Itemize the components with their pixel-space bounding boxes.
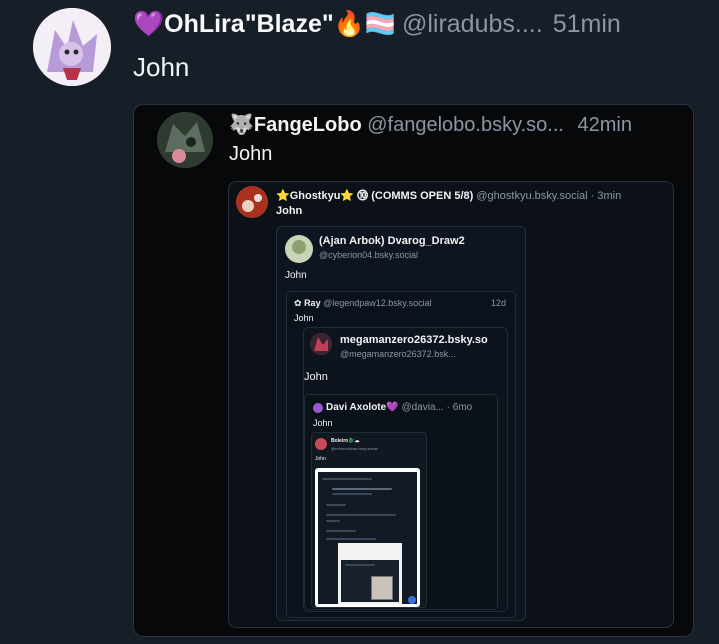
- post-time[interactable]: 51min: [553, 10, 621, 38]
- paw-icon: ✿: [294, 298, 302, 308]
- post-header: 💜OhLira"Blaze"🔥🏳️‍⚧️ @liradubs.... 51min: [133, 10, 621, 39]
- quote-time: 12d: [490, 298, 506, 308]
- quote-avatar: [236, 186, 268, 218]
- quote-author-name: Boleiro🐉☁: [331, 438, 360, 444]
- post-text: John: [133, 52, 190, 82]
- quote-avatar: [157, 112, 213, 168]
- quote-text: John: [313, 418, 333, 428]
- quote-author-handle: @legendpaw12.bsky.social: [323, 298, 432, 308]
- quote-header: ⭐Ghostkyu⭐ ⓾ (COMMS OPEN 5/8) @ghostkyu.…: [276, 187, 621, 203]
- quote-author-handle: @davia...: [401, 402, 444, 413]
- quote-author-handle: @ghostkyu.bsky.social: [476, 190, 588, 202]
- quote-text: John: [304, 371, 328, 383]
- quote-time: · 3min: [590, 190, 622, 202]
- quote-author-name: (Ajan Arbok) Dvarog_Draw2: [319, 235, 465, 247]
- quote-time: 42min: [577, 114, 632, 136]
- quote-author-handle: @cyberion04.bsky.social: [319, 250, 419, 260]
- quote-author-handle: @reformolinae.bsky.social: [331, 446, 378, 451]
- quote-avatar: [310, 333, 332, 355]
- quote-text: John: [285, 270, 307, 281]
- quote-text: John: [315, 456, 326, 462]
- quote-avatar: [315, 438, 327, 450]
- thumbnail-image: [371, 576, 393, 600]
- quote-text: John: [276, 205, 303, 217]
- quote-header: ✿ Ray @legendpaw12.bsky.social 12d: [294, 298, 506, 309]
- quote-author-handle: @megamanzero26372.bsk...: [340, 349, 456, 359]
- quote-time: · 6mo: [446, 402, 473, 413]
- quote-header: 🐺FangeLobo @fangelobo.bsky.so... 42min: [229, 112, 632, 137]
- quote-author-name: ⭐Ghostkyu⭐ ⓾ (COMMS OPEN 5/8): [276, 190, 474, 202]
- author-handle[interactable]: @liradubs....: [402, 10, 543, 38]
- quote-author-name: Ray: [304, 298, 321, 308]
- quote-author-name: Davi Axolote💜: [326, 402, 399, 413]
- quote-header: Davi Axolote💜 @davia... · 6mo: [326, 402, 472, 413]
- quote-author-handle: @fangelobo.bsky.so...: [367, 114, 564, 136]
- quote-avatar: [285, 235, 313, 263]
- author-name[interactable]: 💜OhLira"Blaze"🔥🏳️‍⚧️: [133, 10, 396, 38]
- quote-author-name: megamanzero26372.bsky.so: [340, 334, 488, 346]
- quote-author-name: 🐺FangeLobo: [229, 114, 362, 136]
- avatar[interactable]: [33, 8, 111, 86]
- badge-icon: [408, 596, 416, 604]
- quote-text: John: [229, 143, 273, 165]
- quote-avatar: [313, 403, 323, 413]
- quote-text: John: [294, 313, 314, 323]
